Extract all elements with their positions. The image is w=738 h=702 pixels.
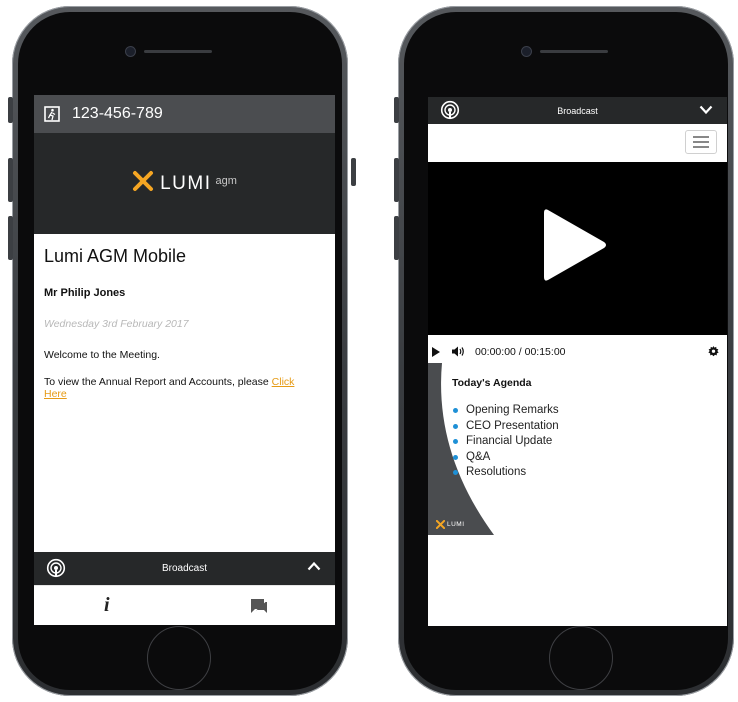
volume-icon[interactable] <box>451 346 465 357</box>
bullet-icon <box>453 439 458 444</box>
menu-row <box>428 124 727 162</box>
bullet-icon <box>453 423 458 429</box>
mute-switch <box>394 97 399 123</box>
mute-switch <box>8 97 13 123</box>
logo-brand: LUMI <box>160 172 212 194</box>
agenda-item: Resolutions <box>452 465 559 481</box>
volume-down-button <box>8 216 13 260</box>
broadcast-label: Broadcast <box>557 105 598 116</box>
broadcast-bar[interactable]: Broadcast <box>428 97 727 124</box>
home-button[interactable] <box>549 626 613 690</box>
hamburger-icon[interactable] <box>685 130 717 154</box>
agenda-item: Opening Remarks <box>452 403 559 419</box>
front-camera <box>521 46 532 57</box>
meeting-date: Wednesday 3rd February 2017 <box>44 318 189 330</box>
screen-right: Broadcast 00:00:00 / 00:15:00 Today's Ag… <box>428 97 727 626</box>
front-camera <box>125 46 136 57</box>
power-button <box>351 158 356 186</box>
meeting-id-bar: 123-456-789 <box>34 95 335 133</box>
lumi-x-logo-icon <box>436 520 445 529</box>
presentation-slide: Today's Agenda Opening Remarks CEO Prese… <box>428 363 727 626</box>
play-icon[interactable] <box>542 206 608 284</box>
volume-up-button <box>394 158 399 202</box>
bullet-icon <box>453 408 458 413</box>
playback-time: 00:00:00 / 00:15:00 <box>475 346 566 358</box>
bullet-icon <box>453 470 458 475</box>
exit-door-icon[interactable] <box>44 106 60 122</box>
bottom-tab-bar: i <box>34 585 335 625</box>
earpiece-speaker <box>540 50 608 53</box>
chevron-down-icon[interactable] <box>699 105 713 115</box>
bullet-icon <box>453 454 458 460</box>
lumi-x-logo-icon <box>132 170 154 197</box>
welcome-text: Welcome to the Meeting. <box>44 349 160 361</box>
logo-banner: LUMI agm <box>34 133 335 234</box>
chat-icon[interactable] <box>250 598 268 614</box>
gear-icon[interactable] <box>708 346 719 357</box>
broadcast-bar[interactable]: Broadcast <box>34 552 335 585</box>
agenda-item: Q&A <box>452 450 559 466</box>
logo-sub: agm <box>215 174 237 187</box>
report-text: To view the Annual Report and Accounts, … <box>44 376 304 400</box>
meeting-id: 123-456-789 <box>72 105 163 122</box>
volume-down-button <box>394 216 399 260</box>
slide-logo-text: LUMI <box>447 521 465 528</box>
info-tab[interactable]: i <box>104 594 110 617</box>
slide-logo: LUMI <box>436 520 465 529</box>
home-button[interactable] <box>147 626 211 690</box>
screen-left: 123-456-789 LUMI agm Lumi AGM Mobile Mr … <box>34 95 335 625</box>
agenda-item: Financial Update <box>452 434 559 450</box>
agenda-list: Opening Remarks CEO Presentation Financi… <box>452 403 559 481</box>
agenda-item: CEO Presentation <box>452 419 559 435</box>
broadcast-label: Broadcast <box>161 563 208 574</box>
agenda-title: Today's Agenda <box>452 377 532 389</box>
video-player[interactable] <box>428 162 727 335</box>
play-icon[interactable] <box>431 347 441 357</box>
player-controls: 00:00:00 / 00:15:00 <box>428 341 727 363</box>
volume-up-button <box>8 158 13 202</box>
attendee-name: Mr Philip Jones <box>44 287 126 299</box>
page-title: Lumi AGM Mobile <box>44 246 187 266</box>
chevron-up-icon[interactable] <box>307 561 321 571</box>
report-text-label: To view the Annual Report and Accounts, … <box>44 376 269 388</box>
earpiece-speaker <box>144 50 212 53</box>
